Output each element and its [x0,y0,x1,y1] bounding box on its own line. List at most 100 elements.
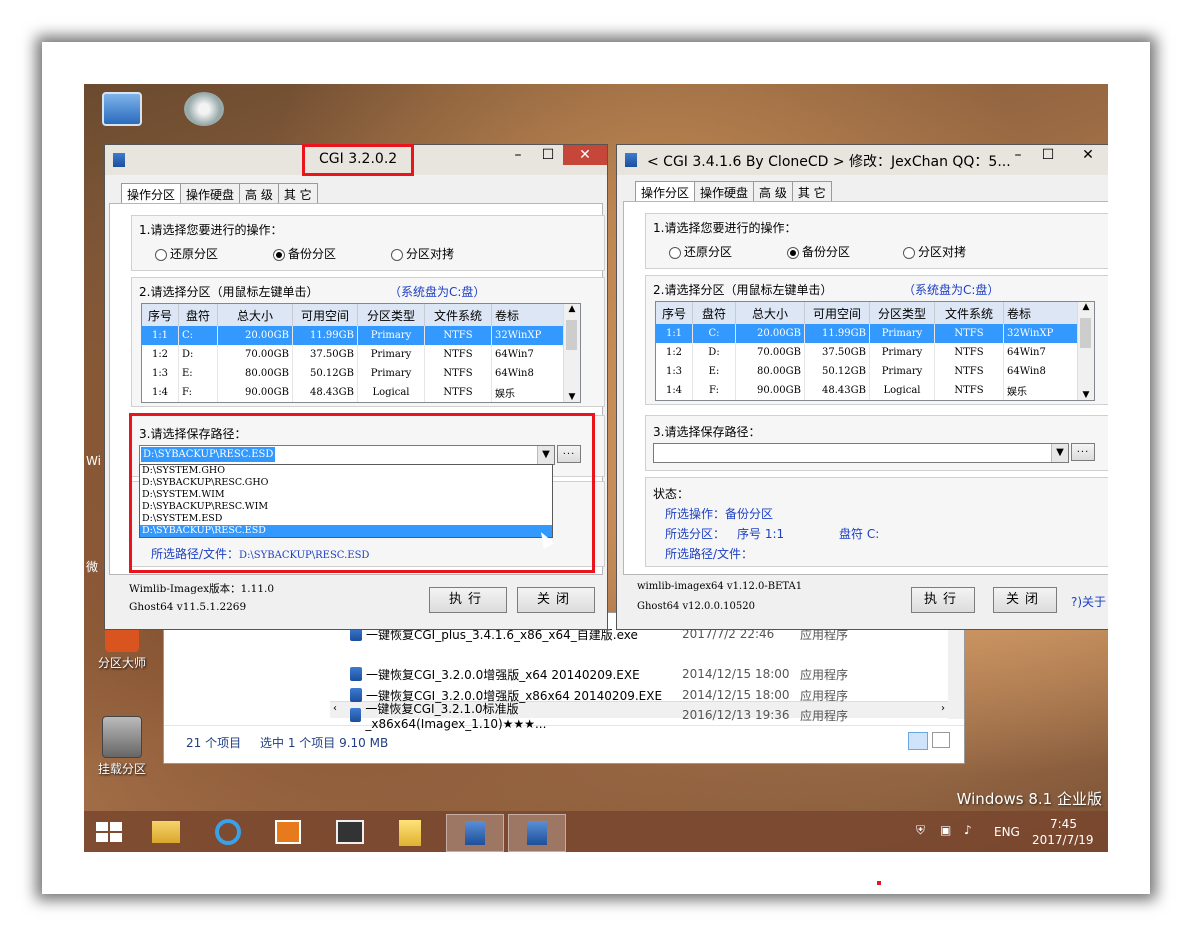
partition-row[interactable]: 1:1 C: 20.00GB 11.99GB Primary NTFS 32Wi… [142,326,572,345]
taskbar-file-manager[interactable] [138,814,194,850]
partition-row[interactable]: 1:4 F: 90.00GB 48.43GB Logical NTFS 娱乐 [142,383,572,402]
explorer-row[interactable]: 一键恢复CGI_3.2.0.0增强版_x64 20140209.EXE 2014… [350,664,848,684]
exe-icon [350,667,362,681]
taskbar-cgi-1[interactable] [446,814,504,852]
details-view-icon[interactable] [908,732,928,750]
minimize-button[interactable]: – [503,145,533,165]
explorer-row[interactable]: 一键恢复CGI_3.2.1.0标准版_x86x64(Imagex_1.10)★★… [350,702,848,731]
partition-row[interactable]: 1:4 F: 90.00GB 48.43GB Logical NTFS 娱乐 [656,381,1084,400]
column-header[interactable]: 盘符 [178,304,218,326]
partition-table[interactable]: 序号 盘符 总大小 可用空间 分区类型 文件系统 卷标 1:1 C: 20.00… [141,303,581,403]
close-button[interactable]: 关闭 [993,587,1057,613]
chevron-down-icon[interactable]: ▼ [1051,444,1068,462]
partition-table[interactable]: 序号 盘符 总大小 可用空间 分区类型 文件系统 卷标 1:1 C: 20.00… [655,301,1095,401]
column-header[interactable]: 盘符 [692,302,736,324]
radio-backup[interactable]: 备份分区 [787,243,850,260]
minimize-button[interactable]: – [1003,145,1033,165]
clapperboard-icon [336,820,364,844]
desktop-icon-computer[interactable] [86,92,158,128]
tab-partition[interactable]: 操作分区 [121,183,182,205]
close-window-button[interactable]: ✕ [563,145,607,165]
taskbar-media-player[interactable] [260,814,316,850]
taskbar-video-app[interactable] [322,814,378,850]
maximize-button[interactable]: ☐ [533,145,563,165]
partition-row[interactable]: 1:3 E: 80.00GB 50.12GB Primary NTFS 64Wi… [656,362,1084,381]
scroll-down-icon[interactable]: ▼ [564,392,580,402]
radio-restore[interactable]: 还原分区 [669,243,732,260]
column-header[interactable]: 卷标 [491,304,572,326]
radio-compare[interactable]: 分区对拷 [903,243,966,260]
radio-restore[interactable]: 还原分区 [155,245,218,262]
ghost-version: Ghost64 v11.5.1.2269 [129,601,247,613]
title-bar[interactable]: < CGI 3.4.1.6 By CloneCD > 修改：JexChan QQ… [617,145,1108,175]
internet-explorer-icon [215,819,241,845]
save-path-combo[interactable]: ▼ [653,443,1069,463]
partition-row[interactable]: 1:3 E: 80.00GB 50.12GB Primary NTFS 64Wi… [142,364,572,383]
column-header[interactable]: 文件系统 [934,302,1004,324]
cgi-3416-window: < CGI 3.4.1.6 By CloneCD > 修改：JexChan QQ… [616,144,1108,630]
system-drive-note: （系统盘为C:盘） [389,285,486,299]
taskbar-cgi-2[interactable] [508,814,566,852]
tray-clock-date[interactable]: 2017/7/19 [1032,833,1094,847]
selection-info: 选中 1 个项目 9.10 MB [260,736,389,750]
tray-clock-time[interactable]: 7:45 [1050,817,1077,831]
scroll-thumb[interactable] [1080,318,1091,348]
tab-disk[interactable]: 操作硬盘 [694,181,755,203]
table-vscroll[interactable]: ▲ ▼ [1077,302,1094,400]
close-window-button[interactable]: ✕ [1073,145,1103,165]
column-header[interactable]: 可用空间 [804,302,870,324]
about-link[interactable]: ?)关于 [1071,593,1106,610]
cell: 娱乐 [491,383,572,402]
taskbar-explorer[interactable] [382,814,438,850]
start-button[interactable] [84,814,132,850]
scroll-up-icon[interactable]: ▲ [1078,302,1094,312]
radio-backup[interactable]: 备份分区 [273,245,336,262]
browse-button[interactable]: ... [1071,443,1095,461]
column-header[interactable]: 序号 [656,302,693,324]
maximize-button[interactable]: ☐ [1033,145,1063,165]
scroll-down-icon[interactable]: ▼ [1078,390,1094,400]
tray-volume-icon[interactable]: ♪ [964,823,972,837]
large-icons-view-icon[interactable] [932,732,950,748]
scroll-right-icon[interactable]: › [941,703,945,714]
input-language[interactable]: ENG [994,825,1020,839]
column-header[interactable]: 文件系统 [424,304,492,326]
column-header[interactable]: 总大小 [735,302,805,324]
tray-security-icon[interactable]: ⛨ [916,823,925,838]
scroll-thumb[interactable] [566,320,577,350]
column-header[interactable]: 序号 [142,304,179,326]
scroll-left-icon[interactable]: ‹ [333,703,337,714]
cell: 37.50GB [292,345,358,364]
table-vscroll[interactable]: ▲ ▼ [563,304,580,402]
tab-other[interactable]: 其 它 [791,181,832,203]
step2-label: 2.请选择分区（用鼠标左键单击） [139,285,319,299]
cell: 1:2 [656,343,693,362]
column-header[interactable]: 卷标 [1003,302,1084,324]
tab-advanced[interactable]: 高 级 [239,183,279,205]
tray-network-icon[interactable]: ▣ [940,823,951,837]
desktop-icon-drive[interactable] [168,92,240,128]
partition-row[interactable]: 1:2 D: 70.00GB 37.50GB Primary NTFS 64Wi… [142,345,572,364]
tab-other[interactable]: 其 它 [277,183,318,205]
column-header[interactable]: 分区类型 [869,302,935,324]
partition-row[interactable]: 1:1 C: 20.00GB 11.99GB Primary NTFS 32Wi… [656,324,1084,343]
taskbar-ie[interactable] [200,814,256,850]
desktop-icon-mount-partition[interactable]: 挂载分区 [86,716,158,777]
tab-partition[interactable]: 操作分区 [635,181,696,203]
execute-button[interactable]: 执行 [911,587,975,613]
column-header[interactable]: 可用空间 [292,304,358,326]
radio-compare[interactable]: 分区对拷 [391,245,454,262]
partition-row[interactable]: 1:2 D: 70.00GB 37.50GB Primary NTFS 64Wi… [656,343,1084,362]
close-button[interactable]: 关闭 [517,587,595,613]
cell: 80.00GB [735,362,805,381]
execute-button[interactable]: 执行 [429,587,507,613]
column-header[interactable]: 总大小 [217,304,293,326]
scroll-up-icon[interactable]: ▲ [564,304,580,314]
tab-strip: 操作分区 操作硬盘 高 级 其 它 [635,181,832,203]
cell: 50.12GB [292,364,358,383]
tab-advanced[interactable]: 高 级 [753,181,793,203]
cell: 1:1 [656,324,693,343]
column-header[interactable]: 分区类型 [357,304,425,326]
desktop-icon-partition-master[interactable]: 分区大师 [86,624,158,671]
tab-disk[interactable]: 操作硬盘 [180,183,241,205]
